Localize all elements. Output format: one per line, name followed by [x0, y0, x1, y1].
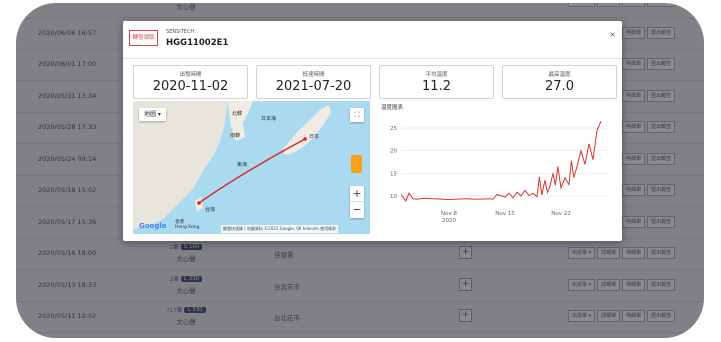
- taiwan-land: [195, 197, 203, 213]
- stat-label: 出發時間: [179, 72, 202, 78]
- app-frame: 文心聲 + 出貨單 ▾ 詳細單 明細單 匯出報告 2020/06/06 16:5…: [16, 3, 704, 338]
- map-label: 香港: [175, 220, 184, 225]
- stat-label: 最高溫度: [548, 72, 571, 78]
- x-tick-label: Nov 22: [551, 211, 570, 217]
- route-start-marker: [197, 201, 201, 205]
- stat-arrival-time: 抵達時間 2021-07-20: [256, 65, 371, 99]
- x-tick-label: Nov 8: [441, 211, 457, 217]
- device-id: HGG11002E1: [166, 38, 229, 48]
- y-tick-label: 20: [390, 149, 397, 155]
- chart-title: 溫度圖表: [381, 105, 404, 111]
- map-type-select[interactable]: 地圖 ▾: [139, 108, 166, 121]
- zoom-out-button[interactable]: −: [350, 202, 364, 218]
- temperature-chart: 10 15 20 25 Nov 82020 Nov 15 Nov 22: [390, 121, 609, 224]
- map-label: 北韓: [232, 111, 243, 117]
- y-tick-label: 25: [390, 126, 397, 132]
- map-label: 東海: [237, 162, 248, 168]
- google-logo: Google: [139, 222, 167, 230]
- stat-average-temperature: 平均溫度 11.2: [379, 65, 494, 99]
- stat-departure-time: 出發時間 2020-11-02: [133, 65, 248, 99]
- close-icon[interactable]: ×: [609, 30, 616, 39]
- pegman-icon[interactable]: [351, 155, 362, 173]
- route-map[interactable]: 北韓 南韓 日本 日本海 東海 台灣 Hong Kong 香港 地圖 ▾ ⛶ +…: [133, 101, 370, 234]
- map-label: 日本海: [261, 116, 277, 122]
- modal-header: 轉發領取 SENSITECH HGG11002E1 ×: [123, 21, 622, 59]
- map-label: 日本: [309, 134, 320, 140]
- x-tick-label: 2020: [442, 218, 456, 224]
- y-tick-label: 15: [390, 171, 397, 177]
- device-detail-modal: 轉發領取 SENSITECH HGG11002E1 × 出發時間 2020-11…: [123, 21, 622, 241]
- stat-value: 2021-07-20: [275, 79, 352, 94]
- map-attribution[interactable]: 鍵盤快速鍵 | 地圖資料 ©2021 Google, SK telecom 使用…: [221, 225, 339, 233]
- zoom-in-button[interactable]: +: [350, 186, 364, 202]
- stat-max-temperature: 最高溫度 27.0: [502, 65, 617, 99]
- route-end-marker: [303, 137, 307, 141]
- map-label: Hong Kong: [175, 225, 200, 230]
- stat-label: 抵達時間: [302, 72, 325, 78]
- fullscreen-icon[interactable]: ⛶: [350, 108, 364, 122]
- stat-label: 平均溫度: [425, 72, 448, 78]
- map-label: 南韓: [230, 133, 241, 139]
- y-tick-label: 10: [390, 194, 397, 200]
- zoom-control: + −: [350, 186, 364, 218]
- stat-value: 11.2: [422, 79, 451, 94]
- x-tick-label: Nov 15: [495, 211, 515, 217]
- stat-value: 2020-11-02: [152, 79, 229, 94]
- map-label: 台灣: [205, 207, 216, 213]
- status-badge: 轉發領取: [129, 30, 158, 46]
- map-canvas: [133, 101, 331, 229]
- stat-value: 27.0: [545, 79, 574, 94]
- brand-label: SENSITECH: [166, 29, 195, 35]
- temperature-series-line: [400, 121, 602, 202]
